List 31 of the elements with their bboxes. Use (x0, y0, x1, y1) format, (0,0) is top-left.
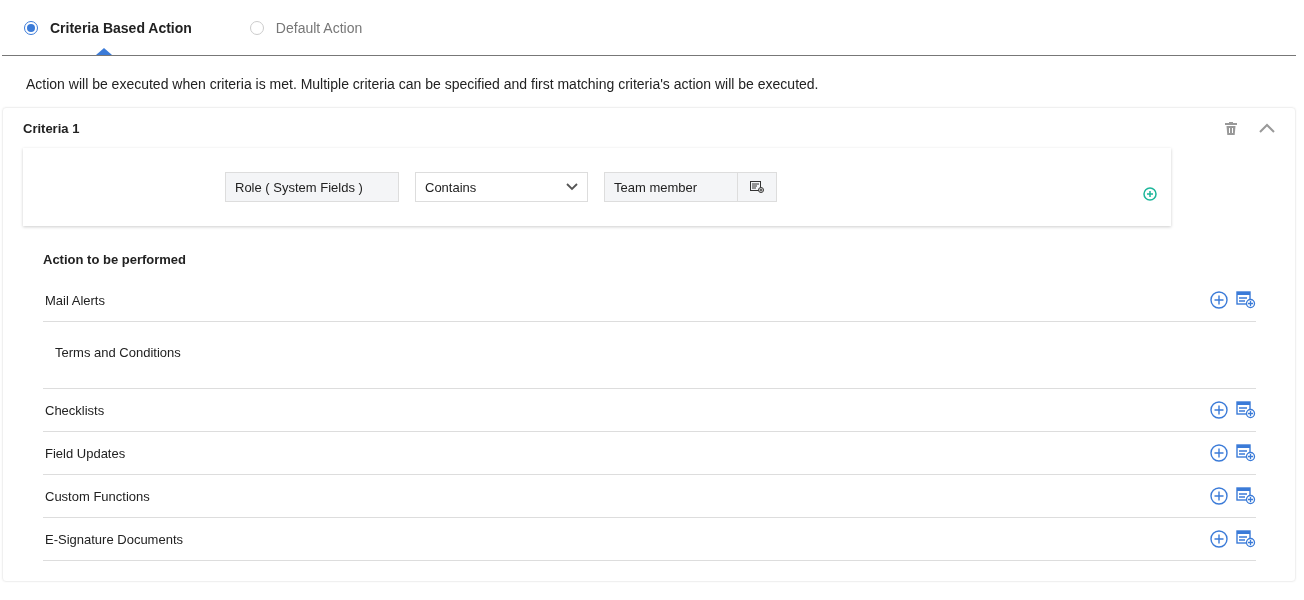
value-field[interactable]: Team member (604, 172, 738, 202)
lookup-button[interactable] (738, 172, 777, 202)
add-icon[interactable] (1210, 291, 1228, 309)
pointer-icon (96, 48, 112, 55)
operator-dropdown[interactable]: Contains (415, 172, 588, 202)
add-list-icon[interactable] (1236, 444, 1256, 462)
field-select[interactable]: Role ( System Fields ) (225, 172, 399, 202)
add-icon[interactable] (1210, 530, 1228, 548)
add-list-icon[interactable] (1236, 530, 1256, 548)
chevron-down-icon (566, 183, 578, 191)
description-text: Action will be executed when criteria is met. Multiple criteria can be specified and first matching criteria's action will be executed. (26, 76, 820, 92)
add-icon[interactable] (1210, 487, 1228, 505)
list-add-icon (750, 181, 764, 193)
add-list-icon[interactable] (1236, 487, 1256, 505)
action-section-title: Field Updates (45, 445, 127, 461)
add-list-icon[interactable] (1236, 401, 1256, 419)
action-section-title: E-Signature Documents (45, 531, 184, 547)
action-section-title: Custom Functions (45, 488, 151, 504)
action-section-title: Checklists (45, 402, 106, 418)
radio-option[interactable]: Default Action (249, 0, 363, 55)
trash-icon[interactable] (1225, 121, 1237, 135)
add-icon[interactable] (1210, 401, 1228, 419)
action-item[interactable]: Terms and Conditions (55, 345, 181, 360)
add-list-icon[interactable] (1236, 291, 1256, 309)
radio-option[interactable]: Criteria Based Action (24, 0, 192, 55)
add-icon[interactable] (1210, 444, 1228, 462)
chevron-icon[interactable] (1259, 123, 1275, 133)
section-heading: Action to be performed (43, 252, 187, 267)
action-section-title: Mail Alerts (45, 292, 106, 308)
criteria-title: Criteria 1 (23, 120, 81, 136)
add-condition-icon[interactable] (1143, 187, 1157, 201)
